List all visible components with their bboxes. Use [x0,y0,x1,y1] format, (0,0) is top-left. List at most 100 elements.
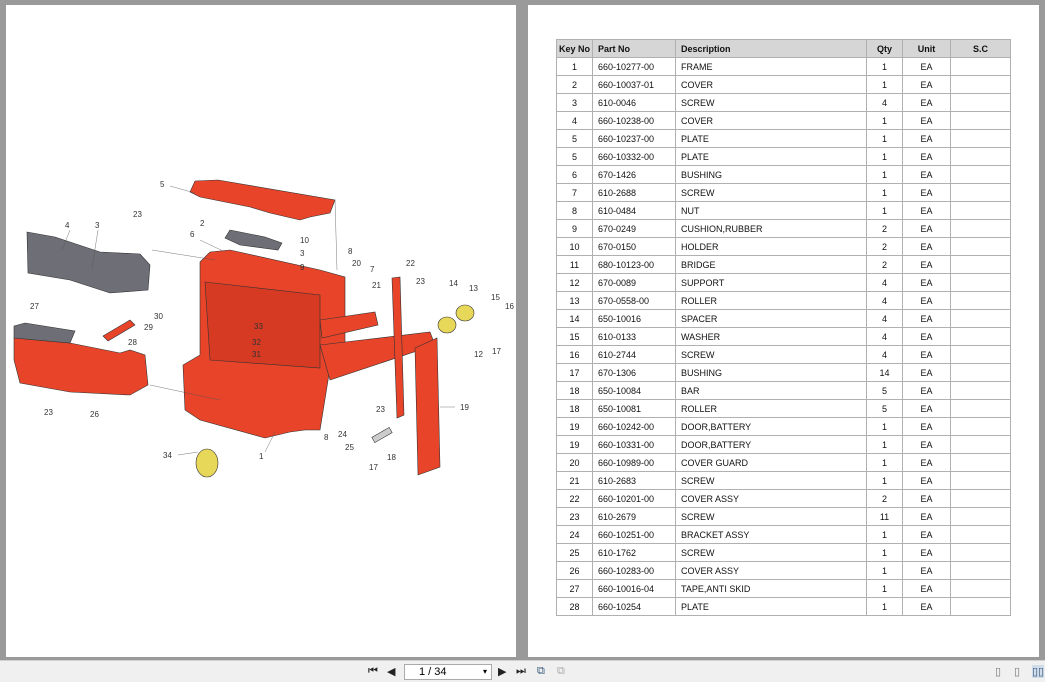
table-row: 18 650-10084 BAR 5 EA [556,381,1011,400]
cell-sc [950,489,1011,508]
next-page-button[interactable]: ▶ [498,665,506,678]
parts-table: Key No Part No Description Qty Unit S.C … [556,39,1011,616]
cell-part-no: 660-10277-00 [592,57,676,76]
table-row: 16 610-2744 SCREW 4 EA [556,345,1011,364]
last-page-button[interactable]: ⏭ [516,665,526,678]
fit-page-icon[interactable]: ⧉ [537,665,545,678]
callout-label: 16 [505,302,514,311]
cell-part-no: 610-0484 [592,201,676,220]
cell-qty: 1 [866,525,903,544]
cell-qty: 1 [866,129,903,148]
cell-unit: EA [902,345,951,364]
cell-part-no: 660-10251-00 [592,525,676,544]
callout-label: 18 [387,453,396,462]
cell-unit: EA [902,147,951,166]
cell-part-no: 660-10254 [592,597,676,616]
cell-description: SUPPORT [675,273,867,292]
wheel-part-34 [195,448,219,478]
cell-part-no: 660-10016-04 [592,579,676,598]
continuous-view-icon[interactable]: ▯ [1014,665,1020,678]
cell-sc [950,525,1011,544]
cell-description: COVER GUARD [675,453,867,472]
cell-sc [950,453,1011,472]
previous-page-button[interactable]: ◀ [387,665,395,678]
cell-unit: EA [902,183,951,202]
cell-sc [950,129,1011,148]
cell-sc [950,309,1011,328]
callout-label: 24 [338,430,347,439]
cell-description: WASHER [675,327,867,346]
callout-label: 5 [160,180,165,189]
cell-qty: 1 [866,435,903,454]
table-row: 24 660-10251-00 BRACKET ASSY 1 EA [556,525,1011,544]
two-page-view-icon[interactable]: ▯▯ [1032,665,1045,678]
cell-qty: 1 [866,75,903,94]
cell-unit: EA [902,291,951,310]
cell-qty: 4 [866,345,903,364]
cell-key-no: 15 [556,327,593,346]
callout-label: 3 [300,249,305,258]
cell-key-no: 2 [556,75,593,94]
table-row: 19 660-10331-00 DOOR,BATTERY 1 EA [556,435,1011,454]
cell-unit: EA [902,255,951,274]
callout-label: 7 [370,265,375,274]
table-row: 26 660-10283-00 COVER ASSY 1 EA [556,561,1011,580]
cell-description: HOLDER [675,237,867,256]
cell-unit: EA [902,381,951,400]
cell-description: FRAME [675,57,867,76]
callout-label: 22 [406,259,415,268]
cell-unit: EA [902,111,951,130]
cell-description: BUSHING [675,165,867,184]
fit-width-icon[interactable]: ⧉ [557,665,565,678]
cell-description: SCREW [675,507,867,526]
cell-description: ROLLER [675,399,867,418]
cell-sc [950,507,1011,526]
callout-label: 15 [491,293,500,302]
callout-label: 34 [163,451,172,460]
cell-qty: 5 [866,399,903,418]
callout-label: 17 [369,463,378,472]
cell-part-no: 670-0558-00 [592,291,676,310]
cell-unit: EA [902,453,951,472]
cell-description: TAPE,ANTI SKID [675,579,867,598]
table-row: 2 660-10037-01 COVER 1 EA [556,75,1011,94]
cell-qty: 4 [866,309,903,328]
callout-label: 20 [352,259,361,268]
cell-unit: EA [902,363,951,382]
callout-label: 21 [372,281,381,290]
cell-key-no: 3 [556,93,593,112]
cell-key-no: 28 [556,597,593,616]
cell-qty: 1 [866,417,903,436]
cell-key-no: 25 [556,543,593,562]
cell-description: BAR [675,381,867,400]
cell-qty: 2 [866,237,903,256]
exploded-parts-diagram: 5 23 4 3 2 6 10 3 9 8 20 7 21 22 23 14 1… [13,179,514,478]
table-row: 15 610-0133 WASHER 4 EA [556,327,1011,346]
cell-description: COVER ASSY [675,561,867,580]
cell-part-no: 670-1306 [592,363,676,382]
cell-unit: EA [902,543,951,562]
col-key-no: Key No [556,39,593,58]
col-sc: S.C [950,39,1011,58]
table-row: 6 670-1426 BUSHING 1 EA [556,165,1011,184]
cell-qty: 11 [866,507,903,526]
cell-part-no: 660-10238-00 [592,111,676,130]
cell-key-no: 18 [556,381,593,400]
roller-part-13 [455,304,475,322]
cell-part-no: 670-0150 [592,237,676,256]
cell-sc [950,255,1011,274]
cell-description: COVER [675,75,867,94]
first-page-button[interactable]: ⏮ [368,665,378,678]
single-page-view-icon[interactable]: ▯ [995,665,1001,678]
table-header-row: Key No Part No Description Qty Unit S.C [556,39,1011,58]
page-number-select[interactable]: 1 / 34 ▾ [404,664,492,680]
cell-key-no: 21 [556,471,593,490]
cell-qty: 1 [866,543,903,562]
cell-key-no: 7 [556,183,593,202]
callout-label: 23 [133,210,142,219]
cell-sc [950,543,1011,562]
callout-label: 28 [128,338,137,347]
roller-part-13b [437,316,457,334]
cell-sc [950,147,1011,166]
cell-key-no: 4 [556,111,593,130]
